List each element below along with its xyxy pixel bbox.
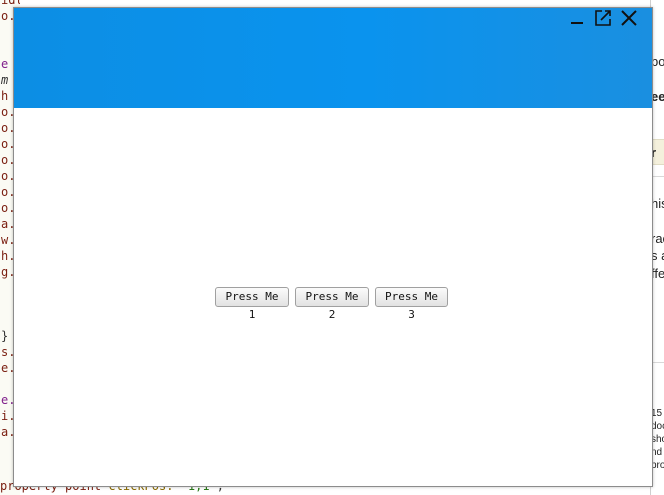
button-row: Press Me 1 Press Me 2 Press Me 3	[215, 287, 448, 321]
background-code-line: m	[1, 73, 9, 87]
window-controls	[566, 9, 640, 32]
press-me-2-button[interactable]: Press Me 2	[295, 287, 369, 321]
background-code-line: }	[1, 329, 9, 343]
popout-button[interactable]	[592, 9, 614, 32]
popup-content: Press Me 1 Press Me 2 Press Me 3	[14, 108, 652, 486]
popup-window: Press Me 1 Press Me 2 Press Me 3	[13, 7, 653, 487]
popout-icon	[594, 9, 612, 32]
minimize-icon	[570, 11, 584, 30]
background-code-line: h	[1, 89, 9, 103]
close-icon	[620, 9, 638, 32]
press-me-1-button[interactable]: Press Me 1	[215, 287, 289, 321]
minimize-button[interactable]	[566, 10, 588, 30]
background-code-line: e	[1, 57, 9, 71]
press-me-3-button[interactable]: Press Me 3	[375, 287, 448, 321]
popup-titlebar[interactable]	[14, 8, 652, 108]
close-button[interactable]	[618, 9, 640, 32]
